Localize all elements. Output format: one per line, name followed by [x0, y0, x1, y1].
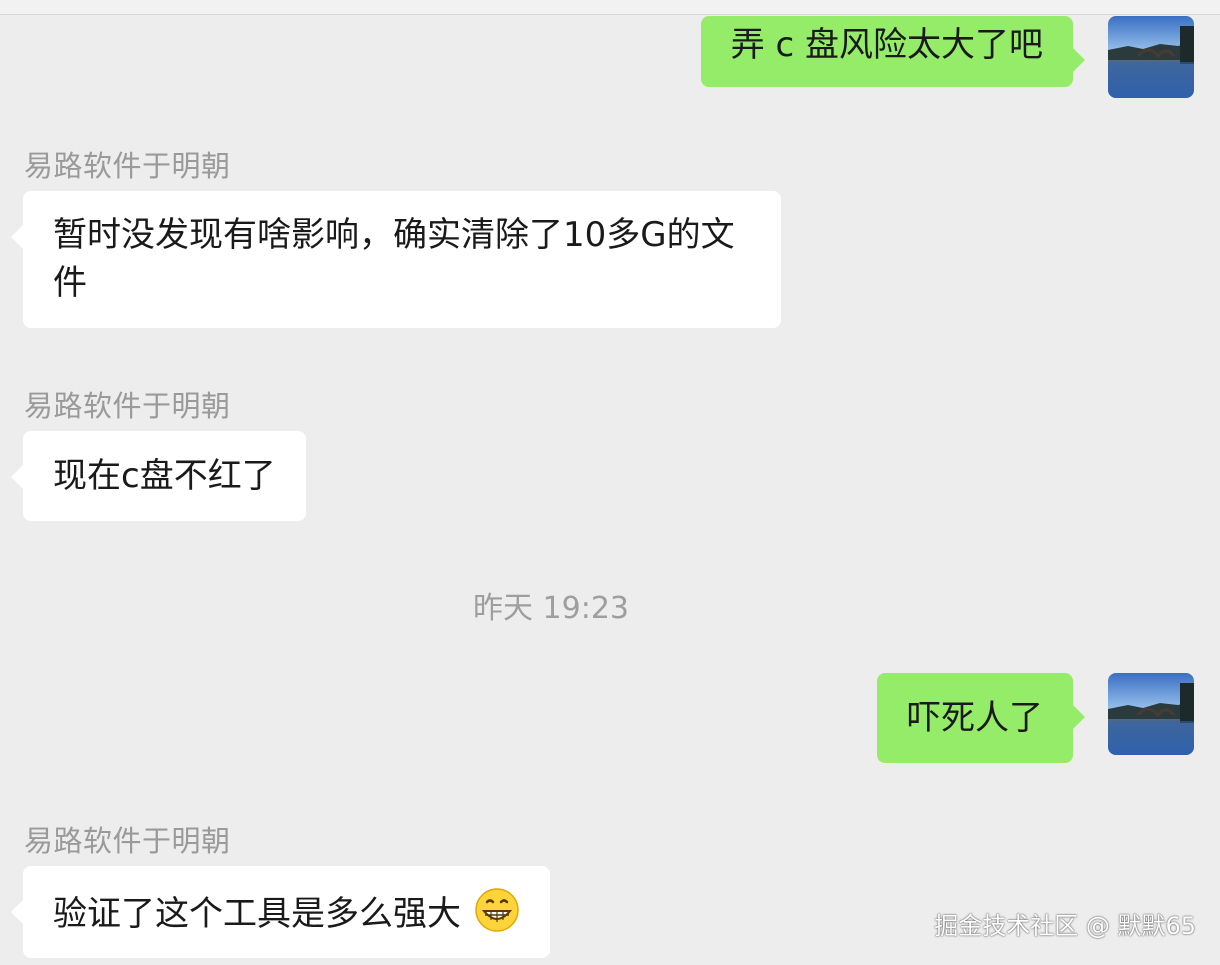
sender-name: 易路软件于明朝	[24, 824, 231, 858]
avatar[interactable]	[1108, 16, 1194, 98]
message-bubble-incoming[interactable]: 验证了这个工具是多么强大	[11, 866, 550, 958]
message-bubble-incoming[interactable]: 暂时没发现有啥影响，确实清除了10多G的文件	[11, 191, 781, 328]
message-text: 验证了这个工具是多么强大	[53, 894, 461, 934]
message-bubble-outgoing[interactable]: 吓死人了	[877, 673, 1085, 763]
watermark: 掘金技术社区 @ 默默65	[934, 912, 1196, 940]
window-top-border	[0, 0, 1220, 15]
avatar[interactable]	[1108, 673, 1194, 755]
message-bubble-outgoing[interactable]: 弄 c 盘风险太大了吧	[700, 16, 1086, 87]
sender-name: 易路软件于明朝	[24, 149, 231, 183]
sender-name: 易路软件于明朝	[24, 389, 231, 423]
message-text: 暂时没发现有啥影响，确实清除了10多G的文件	[53, 215, 735, 303]
message-text: 弄 c 盘风险太大了吧	[730, 25, 1043, 65]
grinning-face-icon	[474, 887, 520, 933]
chat-timestamp: 昨天 19:23	[473, 591, 629, 626]
message-text: 吓死人了	[907, 698, 1043, 738]
message-text: 现在c盘不红了	[53, 456, 276, 496]
message-bubble-incoming[interactable]: 现在c盘不红了	[11, 431, 306, 521]
